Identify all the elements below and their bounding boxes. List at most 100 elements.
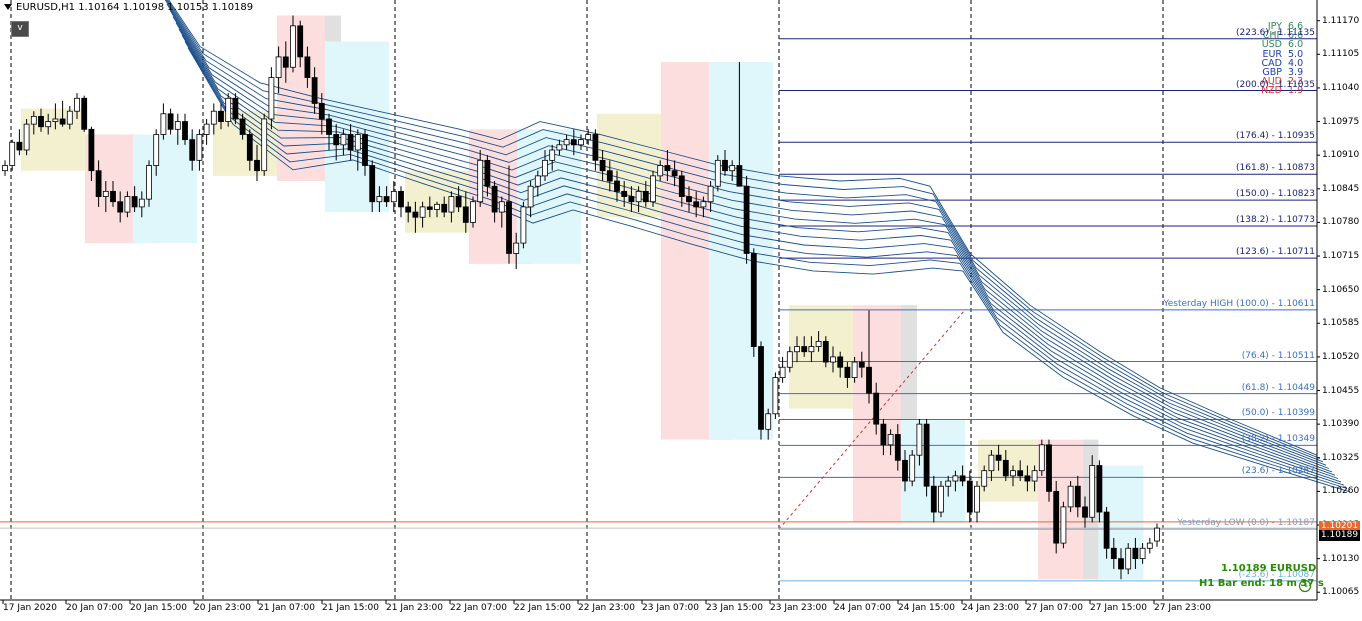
fib-level-label: (161.8) - 1.10873 bbox=[1236, 163, 1315, 174]
candle-body bbox=[974, 485, 980, 513]
time-tick-label: 24 Jan 23:00 bbox=[962, 603, 1019, 613]
price-tick-label: 1.10455 bbox=[1322, 385, 1360, 396]
time-tick-label: 27 Jan 07:00 bbox=[1026, 603, 1083, 613]
candle-body bbox=[1067, 485, 1074, 508]
time-tick-label: 20 Jan 07:00 bbox=[66, 603, 123, 613]
price-info-label: 1.10189 EURUSD bbox=[1221, 563, 1317, 574]
chart-window[interactable]: EURUSD,H1 1.10164 1.10198 1.10153 1.1018… bbox=[0, 0, 1362, 621]
candle-body bbox=[779, 366, 786, 378]
candle-body bbox=[945, 480, 952, 487]
candle-body bbox=[1103, 511, 1110, 549]
candle-body bbox=[426, 206, 433, 210]
candle-body bbox=[1038, 444, 1045, 472]
candle-body bbox=[671, 170, 678, 177]
candle-body bbox=[462, 206, 469, 223]
candle-body bbox=[981, 470, 988, 487]
fib-level-label: (223.6) - 1.11135 bbox=[1236, 27, 1315, 38]
candle-body bbox=[38, 115, 44, 128]
candle-body bbox=[311, 77, 318, 104]
candle-body bbox=[81, 97, 88, 130]
time-tick-label: 21 Jan 15:00 bbox=[322, 603, 379, 613]
candle-body bbox=[599, 159, 606, 172]
price-chart[interactable] bbox=[0, 0, 1362, 621]
candle-body bbox=[664, 165, 671, 172]
candle-body bbox=[491, 185, 498, 213]
price-tick-label: 1.10325 bbox=[1322, 452, 1360, 463]
time-tick-label: 20 Jan 23:00 bbox=[194, 603, 251, 613]
candle-body bbox=[95, 170, 102, 197]
candle-body bbox=[146, 165, 152, 200]
time-tick-label: 17 Jan 2020 bbox=[3, 603, 57, 613]
candle-body bbox=[30, 115, 37, 125]
candle-body bbox=[174, 121, 181, 130]
candle-body bbox=[419, 206, 426, 218]
chart-menu-triangle-icon[interactable] bbox=[4, 4, 12, 10]
candle-body bbox=[1096, 465, 1103, 513]
candle-body bbox=[498, 201, 505, 213]
candle-body bbox=[124, 196, 131, 213]
time-tick-label: 22 Jan 23:00 bbox=[578, 603, 635, 613]
candle-body bbox=[326, 118, 332, 135]
candle-body bbox=[189, 139, 196, 161]
candle-body bbox=[1002, 459, 1009, 477]
candle-body bbox=[196, 134, 203, 161]
candle-body bbox=[930, 485, 937, 513]
candle-body bbox=[203, 123, 210, 135]
price-tick-label: 1.10715 bbox=[1322, 251, 1360, 262]
candle-body bbox=[1089, 465, 1096, 518]
candle-body bbox=[333, 134, 340, 146]
candle-body bbox=[232, 97, 239, 120]
candle-body bbox=[59, 118, 66, 125]
time-tick-label: 22 Jan 15:00 bbox=[514, 603, 571, 613]
candle-body bbox=[786, 351, 793, 368]
candle-body bbox=[376, 196, 383, 203]
candle-body bbox=[556, 144, 563, 151]
candle-body bbox=[448, 196, 455, 213]
candle-body bbox=[246, 134, 253, 161]
candle-body bbox=[743, 185, 750, 254]
fib-level-label: (38.2) - 1.10349 bbox=[1241, 434, 1315, 445]
candle-body bbox=[117, 201, 124, 213]
candle-body bbox=[477, 159, 484, 203]
price-tick-label: 1.10065 bbox=[1322, 587, 1360, 598]
time-tick-label: 24 Jan 07:00 bbox=[834, 603, 891, 613]
candle-body bbox=[1010, 470, 1016, 477]
candle-body bbox=[678, 175, 685, 197]
candle-body bbox=[887, 434, 894, 446]
candle-body bbox=[304, 56, 311, 78]
candle-body bbox=[578, 139, 584, 146]
candle-body bbox=[182, 121, 188, 141]
candle-body bbox=[592, 134, 599, 161]
one-click-trading-button[interactable]: v bbox=[11, 21, 29, 37]
candle-body bbox=[988, 454, 995, 472]
candle-body bbox=[405, 206, 412, 213]
candle-body bbox=[484, 159, 491, 187]
candle-body bbox=[290, 25, 296, 68]
candle-body bbox=[614, 180, 620, 192]
candle-body bbox=[45, 121, 52, 128]
candle-body bbox=[686, 196, 692, 203]
candle-body bbox=[455, 196, 462, 208]
fib-level-label: Yesterday LOW (0.0) - 1.10187 bbox=[1177, 518, 1315, 529]
candle-body bbox=[102, 190, 109, 197]
candle-body bbox=[218, 110, 224, 122]
candle-body bbox=[441, 203, 448, 213]
candle-body bbox=[268, 77, 275, 120]
session-box bbox=[133, 134, 197, 244]
time-tick-label: 20 Jan 15:00 bbox=[130, 603, 187, 613]
candle-body bbox=[1132, 547, 1139, 560]
candle-body bbox=[2, 165, 8, 172]
candle-body bbox=[902, 459, 908, 482]
candle-body bbox=[851, 361, 858, 378]
candle-body bbox=[628, 196, 635, 203]
candle-body bbox=[9, 141, 16, 166]
candle-body bbox=[412, 211, 419, 218]
candle-body bbox=[110, 190, 116, 203]
fib-level-label: (138.2) - 1.10773 bbox=[1236, 215, 1315, 226]
price-tick-label: 1.10390 bbox=[1322, 419, 1360, 430]
candle-body bbox=[542, 159, 548, 177]
candle-body bbox=[794, 346, 800, 353]
candle-body bbox=[585, 134, 592, 141]
candle-body bbox=[693, 201, 700, 208]
candle-body bbox=[160, 113, 167, 135]
